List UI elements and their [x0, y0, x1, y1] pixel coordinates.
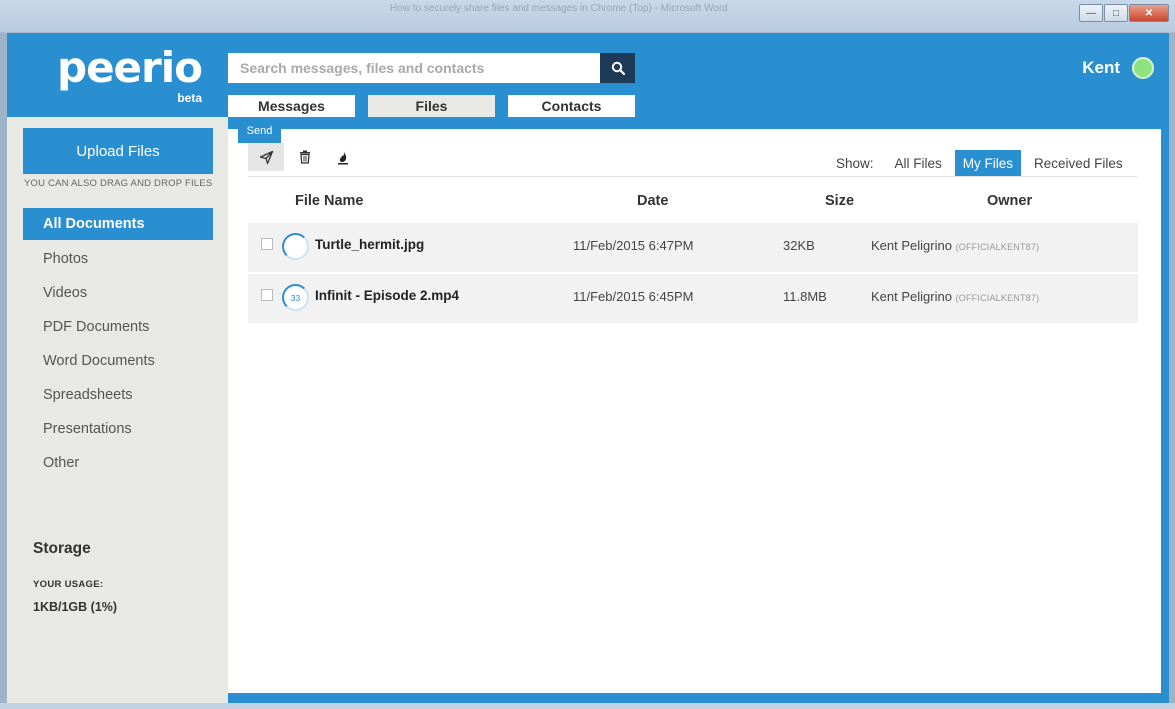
filter-all-files[interactable]: All Files	[887, 150, 950, 176]
file-progress-icon	[282, 233, 309, 260]
show-filter-group: Show: All Files My Files Received Files	[836, 150, 1131, 176]
table-row[interactable]: Turtle_hermit.jpg 11/Feb/2015 6:47PM 32K…	[248, 223, 1138, 272]
app-header: peerio beta Messages Files Contacts Kent	[7, 33, 1169, 117]
online-status-icon	[1132, 57, 1154, 79]
sidebar-nav: All Documents Photos Videos PDF Document…	[23, 208, 213, 480]
file-date: 11/Feb/2015 6:47PM	[573, 238, 694, 253]
toolbar-divider	[248, 176, 1138, 177]
usage-label: YOUR USAGE:	[33, 579, 104, 590]
owner-name: Kent Peligrino	[871, 289, 952, 304]
file-size: 32KB	[783, 238, 815, 253]
sidebar-item-all-documents[interactable]: All Documents	[23, 208, 213, 240]
close-icon[interactable]: ✕	[1129, 4, 1169, 22]
search-box	[228, 53, 600, 83]
user-menu[interactable]: Kent	[1082, 57, 1154, 79]
upload-files-button[interactable]: Upload Files	[23, 128, 213, 174]
tab-contacts[interactable]: Contacts	[508, 95, 635, 117]
logo-beta-tag: beta	[177, 91, 202, 105]
burn-button[interactable]	[325, 143, 361, 171]
peerio-logo[interactable]: peerio beta	[57, 43, 203, 106]
sidebar-item-spreadsheets[interactable]: Spreadsheets	[23, 378, 213, 412]
show-label: Show:	[836, 155, 874, 171]
column-header-size[interactable]: Size	[825, 193, 854, 209]
usage-value: 1KB/1GB (1%)	[33, 600, 118, 614]
tab-messages[interactable]: Messages	[228, 95, 355, 117]
owner-name: Kent Peligrino	[871, 238, 952, 253]
window-title: How to securely share files and messages…	[390, 3, 728, 14]
search-icon	[611, 61, 625, 75]
burn-icon	[338, 150, 348, 164]
send-tooltip: Send	[238, 119, 281, 148]
tab-files[interactable]: Files	[368, 95, 495, 117]
user-name: Kent	[1082, 58, 1120, 77]
trash-icon	[300, 150, 310, 164]
sidebar: Upload Files YOU CAN ALSO DRAG AND DROP …	[7, 117, 228, 703]
sidebar-item-word-documents[interactable]: Word Documents	[23, 344, 213, 378]
main-tabs: Messages Files Contacts	[228, 95, 635, 117]
file-size: 11.8MB	[783, 289, 827, 304]
app-frame: peerio beta Messages Files Contacts Kent…	[7, 33, 1169, 703]
column-header-owner[interactable]: Owner	[987, 193, 1032, 209]
file-name[interactable]: Turtle_hermit.jpg	[315, 237, 424, 252]
file-name[interactable]: Infinit - Episode 2.mp4	[315, 288, 459, 303]
sidebar-item-videos[interactable]: Videos	[23, 276, 213, 310]
send-button[interactable]	[248, 143, 284, 171]
delete-button[interactable]	[287, 143, 323, 171]
owner-handle: (OFFICIALKENT87)	[955, 293, 1040, 303]
logo-wordmark: peerio	[57, 43, 203, 92]
search-button[interactable]	[600, 53, 635, 83]
sidebar-item-other[interactable]: Other	[23, 446, 213, 480]
row-checkbox[interactable]	[261, 289, 273, 301]
file-owner: Kent Peligrino (OFFICIALKENT87)	[871, 289, 1039, 304]
filter-my-files[interactable]: My Files	[954, 150, 1022, 176]
search-input[interactable]	[228, 53, 600, 83]
files-panel: Send Show: All Files My Files Received F…	[228, 119, 1161, 693]
window-controls: — □ ✕	[1079, 4, 1169, 22]
row-checkbox[interactable]	[261, 238, 273, 250]
filter-received-files[interactable]: Received Files	[1026, 150, 1131, 176]
sidebar-item-presentations[interactable]: Presentations	[23, 412, 213, 446]
column-header-file-name[interactable]: File Name	[295, 193, 364, 209]
storage-title: Storage	[33, 540, 91, 557]
column-header-date[interactable]: Date	[637, 193, 668, 209]
minimize-icon[interactable]: —	[1079, 4, 1103, 22]
maximize-icon[interactable]: □	[1104, 4, 1128, 22]
drag-drop-note: YOU CAN ALSO DRAG AND DROP FILES	[24, 178, 213, 189]
file-progress-icon: 33	[282, 284, 309, 311]
file-date: 11/Feb/2015 6:45PM	[573, 289, 694, 304]
file-owner: Kent Peligrino (OFFICIALKENT87)	[871, 238, 1039, 253]
sidebar-item-pdf-documents[interactable]: PDF Documents	[23, 310, 213, 344]
send-icon	[259, 150, 273, 164]
sidebar-item-photos[interactable]: Photos	[23, 242, 213, 276]
table-row[interactable]: 33 Infinit - Episode 2.mp4 11/Feb/2015 6…	[248, 274, 1138, 323]
owner-handle: (OFFICIALKENT87)	[955, 242, 1040, 252]
window-titlebar: How to securely share files and messages…	[0, 0, 1175, 33]
taskbar-strip	[0, 703, 1175, 709]
